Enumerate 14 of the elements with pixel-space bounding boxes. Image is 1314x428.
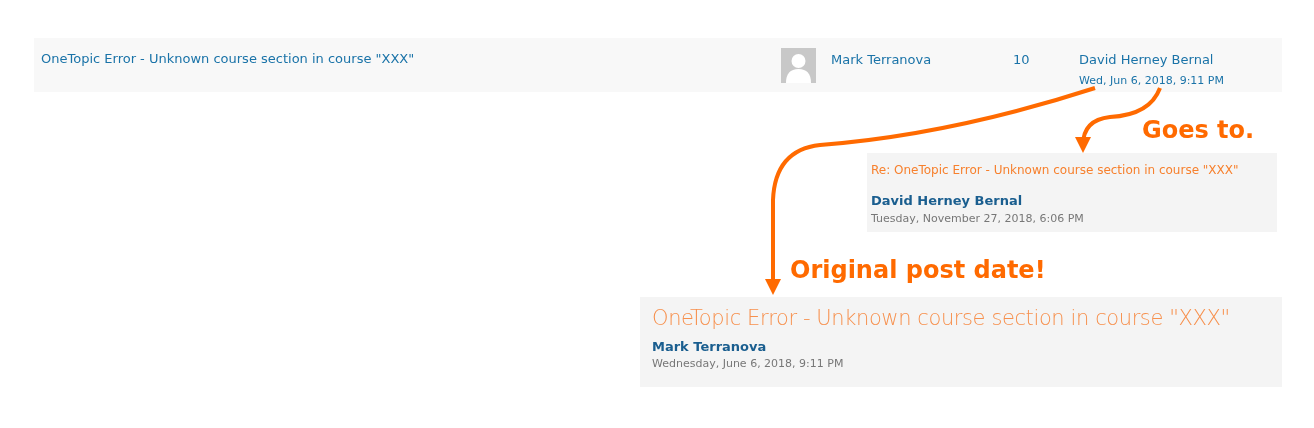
avatar-icon [781, 48, 816, 83]
last-post-date-link[interactable]: Wed, Jun 6, 2018, 9:11 PM [1079, 72, 1224, 89]
last-post-author-link[interactable]: David Herney Bernal [1079, 50, 1224, 70]
reply-count[interactable]: 10 [1013, 50, 1079, 70]
discussion-title-link[interactable]: OneTopic Error - Unknown course section in course "XXX" [41, 49, 781, 69]
author-link[interactable]: Mark Terranova [831, 50, 1013, 70]
post-date: Tuesday, November 27, 2018, 6:06 PM [871, 210, 1085, 227]
annotation-text: Original post date! [790, 255, 1046, 286]
post-subject: Re: OneTopic Error - Unknown course section in course "XXX" [871, 162, 1240, 179]
annotation-text: Goes to. [1142, 115, 1255, 146]
post-author-link[interactable]: David Herney Bernal [871, 191, 1273, 211]
post-author-link[interactable]: Mark Terranova [652, 336, 1270, 356]
post-date: Wednesday, June 6, 2018, 9:11 PM [652, 356, 845, 372]
post-subject: OneTopic Error - Unknown course section in course "XXX" [652, 305, 1231, 332]
